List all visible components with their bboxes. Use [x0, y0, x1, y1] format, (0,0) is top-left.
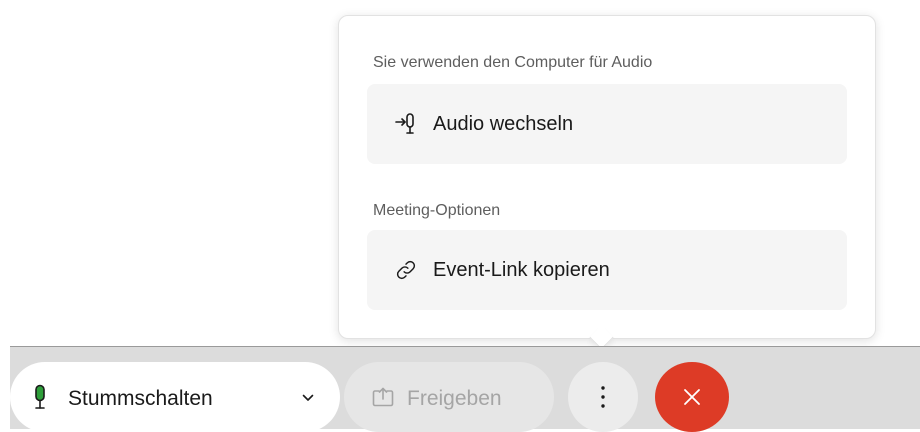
switch-audio-item[interactable]: Audio wechseln	[367, 84, 847, 164]
end-call-button[interactable]	[655, 362, 729, 432]
more-vertical-icon	[601, 386, 605, 408]
microphone-icon	[35, 384, 45, 409]
switch-audio-icon	[395, 113, 414, 134]
meeting-options-label: Meeting-Optionen	[373, 202, 501, 219]
meeting-toolbar: Stummschalten Freigeben	[10, 346, 920, 432]
share-label: Freigeben	[407, 387, 502, 410]
copy-event-link-label: Event-Link kopieren	[433, 259, 610, 281]
chevron-down-icon[interactable]	[302, 394, 314, 402]
share-button[interactable]: Freigeben	[344, 362, 554, 432]
mute-button[interactable]: Stummschalten	[10, 362, 340, 432]
mute-label: Stummschalten	[68, 387, 213, 410]
audio-section-label: Sie verwenden den Computer für Audio	[373, 54, 653, 71]
copy-event-link-item[interactable]: Event-Link kopieren	[367, 230, 847, 310]
close-icon	[684, 389, 700, 405]
switch-audio-label: Audio wechseln	[433, 113, 574, 135]
more-options-button[interactable]	[568, 362, 638, 432]
more-options-menu: Sie verwenden den Computer für Audio Aud…	[338, 15, 876, 339]
link-icon	[396, 260, 416, 280]
share-icon	[372, 387, 394, 407]
